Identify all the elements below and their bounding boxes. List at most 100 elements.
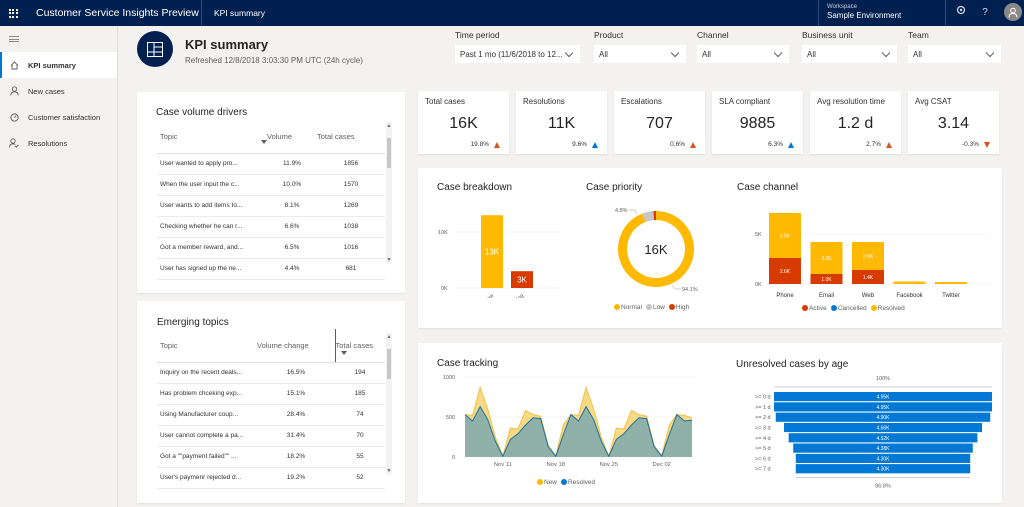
table-row[interactable]: User wanted to apply pro... 11.9% 1856 [157, 153, 385, 175]
sort-desc-icon [261, 140, 267, 144]
sidebar-item-kpi-summary[interactable]: KPI summary [0, 52, 117, 78]
kpi-change: 2.7% [866, 141, 892, 148]
x-tick-label: Web [862, 293, 875, 299]
column-header-total-cases[interactable]: Total cases [317, 120, 385, 154]
table-row[interactable]: User cannot complete a pa... 31.4% 70 [157, 425, 385, 447]
table-row[interactable]: User wants to add items to... 8.1% 1269 [157, 195, 385, 217]
sidebar-item-customer-satisfaction[interactable]: Customer satisfaction [0, 104, 117, 130]
kpi-tile[interactable]: Resolutions 11K 9.6% [516, 91, 607, 154]
breadcrumb: KPI summary [214, 8, 266, 18]
filter-label: Time period [455, 30, 500, 40]
legend-item[interactable]: Low [645, 304, 665, 311]
legend-item[interactable]: New [537, 479, 557, 486]
filter-label: Product [594, 30, 624, 40]
legend-item[interactable]: Cancelled [830, 305, 867, 312]
cell-volume: 11.9% [267, 153, 317, 175]
column-header-topic[interactable]: Topic [157, 329, 257, 363]
table-row[interactable]: Inquiry on the recent deals... 16.5% 194 [157, 362, 385, 384]
home-icon [0, 60, 28, 70]
kpi-change-value: 19.8% [470, 141, 489, 148]
sidebar-item-resolutions[interactable]: Resolutions [0, 130, 117, 156]
y-tick-label: 0K [755, 282, 762, 288]
dropdown-value: All [702, 49, 711, 59]
legend-item[interactable]: Resolved [561, 479, 595, 486]
legend-item[interactable]: Normal [614, 304, 642, 311]
sidebar: KPI summary New cases Customer satisfact… [0, 26, 118, 507]
cell-total: 70 [335, 425, 385, 447]
case-tracking-legend: New Resolved [537, 479, 595, 486]
kpi-tile[interactable]: Escalations 707 0.6% [614, 91, 705, 154]
x-tick-label: Nov 11 [494, 462, 512, 468]
table-row[interactable]: Got a ""payment failed"" ... 18.2% 55 [157, 446, 385, 468]
kpi-tile[interactable]: Total cases 16K 19.8% [418, 91, 509, 154]
column-header-volume[interactable]: Volume [267, 120, 317, 154]
cell-volume: 4.4% [267, 258, 317, 280]
top-bar: Customer Service Insights Preview KPI su… [0, 0, 1024, 26]
gear-icon[interactable] [951, 0, 971, 26]
business-unit-dropdown[interactable]: All [802, 45, 897, 63]
data-label: 4.30K [876, 467, 890, 473]
scroll-down-icon[interactable]: ▼ [386, 257, 392, 263]
app-title[interactable]: Customer Service Insights Preview [26, 0, 202, 26]
table-row[interactable]: When the user input the c... 10.0% 1570 [157, 174, 385, 196]
dropdown-value: Past 1 mo (11/6/2018 to 12... [460, 49, 563, 59]
data-label: 4.95K [876, 395, 890, 401]
chevron-down-icon [985, 48, 995, 57]
team-dropdown[interactable]: All [908, 45, 1001, 63]
table-row[interactable]: Checking whether he can r... 6.6% 1038 [157, 216, 385, 238]
workspace-name: Sample Environment [827, 11, 902, 20]
table-row[interactable]: User's paymenr rejected d... 19.2% 52 [157, 467, 385, 489]
kpi-tile[interactable]: SLA compliant 9885 6.3% [712, 91, 803, 154]
legend-item[interactable]: High [668, 304, 689, 311]
table-row[interactable]: Using Manufacturer coup... 28.4% 74 [157, 404, 385, 426]
sidebar-item-new-cases[interactable]: New cases [0, 78, 117, 104]
time-period-dropdown[interactable]: Past 1 mo (11/6/2018 to 12... [455, 45, 580, 63]
workspace-switcher[interactable]: Workspace Sample Environment [818, 0, 946, 26]
user-avatar-icon[interactable] [1004, 3, 1022, 21]
case-channel-chart: 5K 0K 2.6K 4.5K Phone 1.0K 3.2K Email 1.4K 2.8K We… [755, 213, 990, 299]
scroll-down-icon[interactable]: ▼ [386, 468, 392, 474]
dropdown-value: All [599, 49, 608, 59]
product-dropdown[interactable]: All [594, 45, 686, 63]
hamburger-menu-icon[interactable] [0, 26, 117, 52]
trend-up-icon [494, 141, 500, 148]
y-tick-label: 0 [452, 455, 455, 461]
data-label: 4.5K [780, 234, 791, 240]
cell-topic: Got a member reward, and... [157, 237, 267, 259]
filter-label: Business unit [802, 30, 853, 40]
data-label: 1.4K [863, 275, 874, 281]
x-tick-label: New [483, 293, 495, 298]
scroll-thumb[interactable] [387, 349, 391, 379]
y-tick-label: 0K [441, 286, 448, 292]
kpi-tile[interactable]: Avg resolution time 1.2 d 2.7% [810, 91, 901, 154]
scrollbar[interactable]: ▲ ▼ [386, 333, 392, 475]
legend-item[interactable]: Active [802, 305, 827, 312]
help-icon[interactable]: ? [975, 0, 995, 26]
column-header-topic[interactable]: Topic [157, 120, 267, 154]
table-row[interactable]: Has problem chceking exp... 15.1% 185 [157, 383, 385, 405]
bar-segment [935, 282, 967, 284]
filter-product: Product All [594, 30, 686, 63]
table-row[interactable]: User has signed up the ne... 4.4% 681 [157, 258, 385, 280]
scroll-up-icon[interactable]: ▲ [386, 334, 392, 340]
column-header-volume-change[interactable]: Volume change [257, 329, 336, 363]
channel-dropdown[interactable]: All [697, 45, 789, 63]
bottom-percent-label: 86.8% [875, 483, 891, 489]
scroll-up-icon[interactable]: ▲ [386, 123, 392, 129]
waffle-icon[interactable] [0, 0, 26, 26]
scroll-thumb[interactable] [387, 138, 391, 168]
column-header-total-cases[interactable]: Total cases [335, 329, 385, 363]
legend-item[interactable]: Resolved [870, 305, 905, 312]
scrollbar[interactable]: ▲ ▼ [386, 122, 392, 264]
legend-swatch [802, 305, 808, 311]
top-percent-label: 100% [876, 376, 890, 382]
data-label: 4.30K [876, 456, 890, 462]
x-tick-label: Phone [776, 293, 794, 299]
table-row[interactable]: Got a member reward, and... 6.5% 1016 [157, 237, 385, 259]
kpi-change-value: 0.6% [670, 141, 685, 148]
kpi-label: SLA compliant [719, 97, 771, 106]
kpi-change: 9.6% [572, 141, 598, 148]
kpi-tile[interactable]: Avg CSAT 3.14 -0.3% [908, 91, 999, 154]
filter-business-unit: Business unit All [802, 30, 897, 63]
case-priority-legend: Normal Low High [614, 304, 689, 311]
